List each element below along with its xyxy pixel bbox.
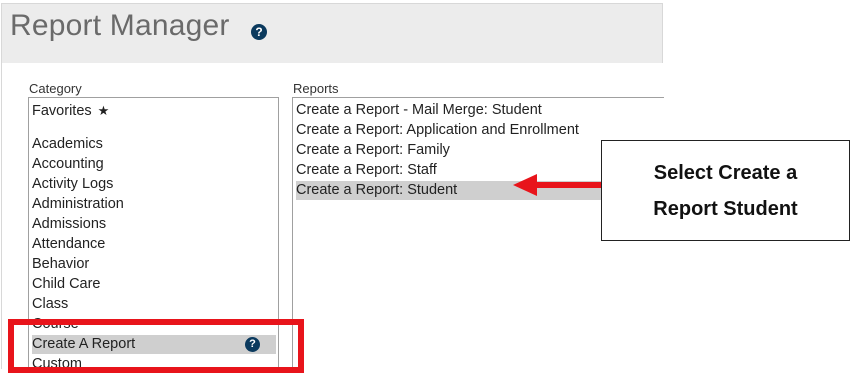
report-item-application-enrollment[interactable]: Create a Report: Application and Enrollm…	[296, 121, 662, 140]
callout-line-2: Report Student	[653, 197, 798, 220]
instruction-callout: Select Create a Report Student	[601, 140, 850, 241]
category-item-favorites[interactable]: Favorites ★	[32, 101, 276, 120]
category-item-academics[interactable]: Academics	[32, 135, 276, 154]
category-item-behavior[interactable]: Behavior	[32, 255, 276, 274]
category-item-label: Favorites	[32, 103, 92, 119]
category-item-class[interactable]: Class	[32, 295, 276, 314]
category-item-child-care[interactable]: Child Care	[32, 275, 276, 294]
red-arrow-annotation	[513, 174, 608, 196]
category-item-attendance[interactable]: Attendance	[32, 235, 276, 254]
star-icon: ★	[97, 103, 110, 118]
category-label: Category	[29, 81, 82, 96]
help-icon[interactable]: ?	[251, 24, 267, 40]
highlight-box-create-a-report	[8, 319, 304, 373]
page-title: Report Manager	[10, 9, 230, 42]
category-item-activity-logs[interactable]: Activity Logs	[32, 175, 276, 194]
report-item-mail-merge-student[interactable]: Create a Report - Mail Merge: Student	[296, 101, 662, 120]
callout-line-1: Select Create a	[653, 161, 798, 184]
reports-label: Reports	[293, 81, 339, 96]
category-item-accounting[interactable]: Accounting	[32, 155, 276, 174]
category-item-admissions[interactable]: Admissions	[32, 215, 276, 234]
category-item-administration[interactable]: Administration	[32, 195, 276, 214]
